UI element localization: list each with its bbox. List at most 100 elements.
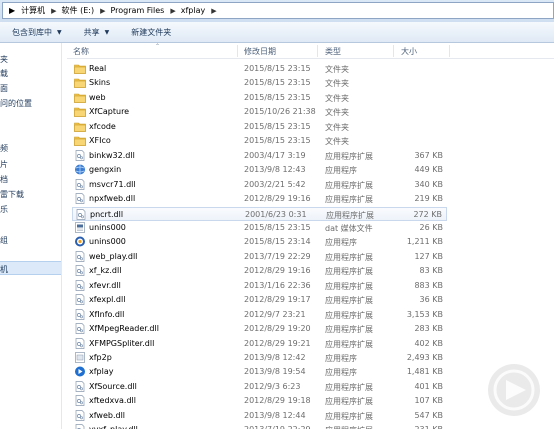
breadcrumb-xfplay[interactable]: xfplay ▶ <box>181 6 222 15</box>
nav-divider[interactable] <box>61 43 62 429</box>
nav-item-downloads[interactable]: 载 <box>0 68 8 79</box>
dll-file-icon <box>74 424 86 429</box>
dll-file-icon <box>74 149 86 161</box>
file-name: XfSource.dll <box>89 381 137 391</box>
file-row[interactable]: xfevr.dll 2013/1/16 22:36 应用程序扩展 883 KB <box>72 279 447 293</box>
file-size: 402 KB <box>414 338 443 348</box>
file-row[interactable]: pncrt.dll 2001/6/23 0:31 应用程序扩展 272 KB <box>72 206 447 221</box>
file-row[interactable]: XfSource.dll 2012/9/3 6:23 应用程序扩展 401 KB <box>72 380 447 394</box>
file-size: 449 KB <box>414 165 443 175</box>
nav-item-homegroup[interactable]: 组 <box>0 235 8 246</box>
file-name: xfexpl.dll <box>89 295 126 305</box>
column-header-type[interactable]: 类型 <box>325 46 341 57</box>
column-divider[interactable] <box>237 45 238 57</box>
file-date: 2013/9/8 12:44 <box>244 410 306 420</box>
file-date: 2015/8/15 23:15 <box>244 78 311 88</box>
file-row[interactable]: unins000 2015/8/15 23:14 应用程序 1,211 KB <box>72 235 447 249</box>
file-name: xfplay <box>89 367 114 377</box>
share-button[interactable]: 共享 ▼ <box>84 27 110 38</box>
file-type: 文件夹 <box>325 65 349 74</box>
include-in-library-button[interactable]: 包含到库中 ▼ <box>12 27 62 38</box>
file-row[interactable]: Real 2015/8/15 23:15 文件夹 <box>72 62 447 76</box>
dll-file-icon <box>74 265 86 277</box>
file-row[interactable]: xftedxva.dll 2012/8/29 19:18 应用程序扩展 107 KB <box>72 394 447 408</box>
breadcrumb-program-files[interactable]: Program Files ▶ <box>110 6 180 15</box>
file-size: 83 KB <box>419 266 443 276</box>
file-date: 2013/1/16 22:36 <box>244 280 311 290</box>
file-type: 应用程序扩展 <box>325 267 373 277</box>
nav-item-favorites[interactable]: 夹 <box>0 54 8 65</box>
file-row[interactable]: xfexpl.dll 2012/8/29 19:17 应用程序扩展 36 KB <box>72 293 447 307</box>
file-row[interactable]: npxfweb.dll 2012/8/29 19:16 应用程序扩展 219 KB <box>72 192 447 206</box>
file-name: XFIco <box>89 136 111 146</box>
file-name: npxfweb.dll <box>89 194 136 204</box>
file-row[interactable]: binkw32.dll 2003/4/17 3:19 应用程序扩展 367 KB <box>72 149 447 163</box>
file-row[interactable]: xfplay 2013/9/8 19:54 应用程序 1,481 KB <box>72 365 447 379</box>
file-date: 2015/10/26 21:38 <box>244 107 316 117</box>
file-row[interactable]: xf_kz.dll 2012/8/29 19:16 应用程序扩展 83 KB <box>72 264 447 278</box>
nav-item-desktop[interactable]: 面 <box>0 83 8 94</box>
column-divider[interactable] <box>449 45 450 57</box>
file-row[interactable]: xfp2p 2013/9/8 12:42 应用程序 2,493 KB <box>72 351 447 365</box>
file-size: 401 KB <box>414 381 443 391</box>
file-type: 文件夹 <box>325 108 349 118</box>
nav-item-thunder-downloads[interactable]: 雷下载 <box>0 189 24 200</box>
nav-item-computer[interactable]: 机 <box>0 264 8 275</box>
file-size: 367 KB <box>414 150 443 160</box>
file-type: 文件夹 <box>325 122 349 132</box>
file-type: 应用程序扩展 <box>325 151 373 161</box>
breadcrumb-drive[interactable]: 软件 (E:) ▶ <box>62 5 111 16</box>
breadcrumb-arrow-icon[interactable]: ▶ <box>170 7 175 15</box>
file-type: 应用程序扩展 <box>325 296 373 306</box>
file-row[interactable]: xfweb.dll 2013/9/8 12:44 应用程序扩展 547 KB <box>72 409 447 423</box>
nav-item-videos[interactable]: 频 <box>0 143 8 154</box>
file-type: 应用程序扩展 <box>325 325 373 335</box>
file-name: xftedxva.dll <box>89 396 136 406</box>
file-type: 文件夹 <box>325 137 349 147</box>
file-row[interactable]: web 2015/8/15 23:15 文件夹 <box>72 91 447 105</box>
file-date: 2003/4/17 3:19 <box>244 150 306 160</box>
file-name: xfp2p <box>89 353 112 362</box>
file-row[interactable]: XfCapture 2015/10/26 21:38 文件夹 <box>72 105 447 119</box>
breadcrumb-arrow-icon[interactable]: ▶ <box>51 7 56 15</box>
column-header-date[interactable]: 修改日期 <box>244 46 276 57</box>
file-row[interactable]: gengxin 2013/9/8 12:43 应用程序 449 KB <box>72 163 447 177</box>
file-date: 2015/8/15 23:15 <box>244 92 311 102</box>
file-row[interactable]: msvcr71.dll 2003/2/21 5:42 应用程序扩展 340 KB <box>72 178 447 192</box>
file-row[interactable]: XFIco 2015/8/15 23:15 文件夹 <box>72 134 447 148</box>
nav-item-music[interactable]: 乐 <box>0 204 8 215</box>
address-bar[interactable]: ▶ 计算机 ▶ 软件 (E:) ▶ Program Files ▶ xfplay… <box>2 2 554 19</box>
file-size: 1,211 KB <box>406 237 443 247</box>
file-row[interactable]: XFMPGSpliter.dll 2012/8/29 19:21 应用程序扩展 402… <box>72 337 447 351</box>
file-row[interactable]: unins000 2015/8/15 23:15 dat 媒体文件 26 KB <box>72 221 447 235</box>
nav-item-recent-places[interactable]: 问的位置 <box>0 98 32 109</box>
dll-file-icon <box>74 395 86 407</box>
file-row[interactable]: web_play.dll 2013/7/19 22:29 应用程序扩展 127 KB <box>72 250 447 264</box>
file-row[interactable]: XfMpegReader.dll 2012/8/29 19:20 应用程序扩展 283… <box>72 322 447 336</box>
breadcrumb-computer[interactable]: 计算机 ▶ <box>21 5 61 16</box>
file-size: 283 KB <box>414 324 443 334</box>
breadcrumb-arrow-icon[interactable]: ▶ <box>211 7 216 15</box>
new-folder-button[interactable]: 新建文件夹 <box>131 27 171 38</box>
file-name: gengxin <box>89 165 122 175</box>
dll-file-icon <box>74 381 86 392</box>
file-date: 2001/6/23 0:31 <box>245 209 307 219</box>
column-header-name[interactable]: 名称 <box>73 46 89 57</box>
dll-file-icon <box>74 323 86 334</box>
file-type: 文件夹 <box>325 79 349 89</box>
file-type: dat 媒体文件 <box>325 223 373 233</box>
column-divider[interactable] <box>317 45 318 57</box>
file-row[interactable]: xfcode 2015/8/15 23:15 文件夹 <box>72 120 447 134</box>
breadcrumb-arrow-icon[interactable]: ▶ <box>100 7 105 15</box>
file-row[interactable]: yyxf_play.dll 2013/7/19 22:29 应用程序扩展 231 KB <box>72 423 447 429</box>
address-root-arrow-icon[interactable]: ▶ <box>9 6 15 15</box>
column-divider[interactable] <box>393 45 394 57</box>
column-header-size[interactable]: 大小 <box>401 46 417 57</box>
nav-item-pictures[interactable]: 片 <box>0 159 8 170</box>
watermark-logo <box>488 364 540 416</box>
file-row[interactable]: XfInfo.dll 2012/9/7 23:21 应用程序扩展 3,153 KB <box>72 308 447 322</box>
file-date: 2015/8/15 23:15 <box>244 222 311 232</box>
file-row[interactable]: Skins 2015/8/15 23:15 文件夹 <box>72 76 447 90</box>
file-type: 应用程序扩展 <box>325 281 373 291</box>
nav-item-documents[interactable]: 档 <box>0 174 8 185</box>
